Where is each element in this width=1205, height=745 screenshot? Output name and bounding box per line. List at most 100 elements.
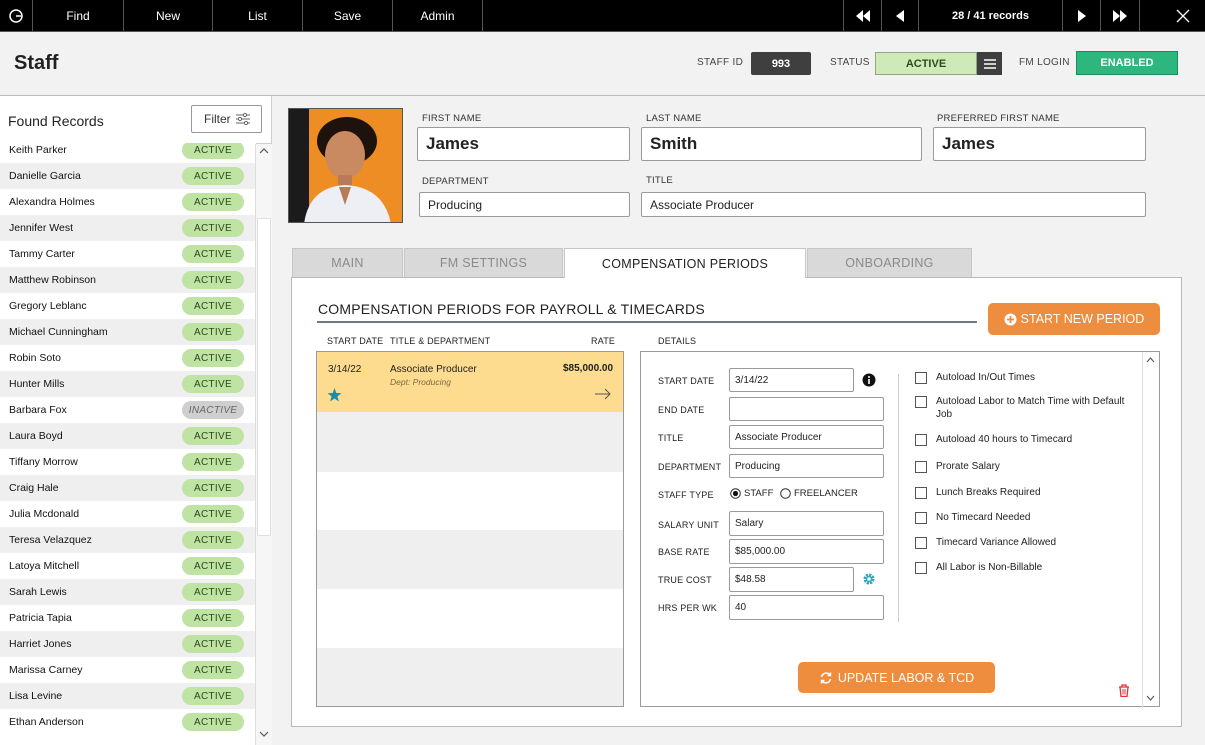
option-label: Autoload In/Out Times [936,372,1035,383]
start-date-field[interactable]: 3/14/22 [729,368,854,392]
tab-fm-settings[interactable]: FM SETTINGS [404,248,563,278]
status-badge: ACTIVE [182,323,244,341]
last-record-icon[interactable] [1101,0,1140,32]
preferred-name-field[interactable]: James [933,127,1146,161]
record-row[interactable]: Barbara Fox INACTIVE [0,397,256,423]
prev-record-icon[interactable] [882,0,919,32]
status-badge: INACTIVE [182,401,244,419]
detail-title-field[interactable]: Associate Producer [729,425,884,449]
period-row-selected[interactable]: 3/14/22 Associate Producer Dept: Produci… [317,352,623,412]
record-row[interactable]: Ethan Anderson ACTIVE [0,709,256,735]
arrow-right-icon[interactable] [595,388,611,400]
col-rate: RATE [591,336,616,346]
end-date-field[interactable] [729,397,884,421]
detail-department-field[interactable]: Producing [729,454,884,478]
fm-login-value[interactable]: ENABLED [1076,51,1178,75]
record-row[interactable]: Teresa Velazquez ACTIVE [0,527,256,553]
filter-button[interactable]: Filter [191,105,262,133]
staff-radio[interactable]: STAFF [730,488,773,499]
record-row[interactable]: Danielle Garcia ACTIVE [0,163,256,189]
comp-heading: COMPENSATION PERIODS FOR PAYROLL & TIMEC… [318,301,705,317]
scrollbar[interactable] [255,144,272,745]
hrs-per-wk-field[interactable]: 40 [729,595,884,620]
update-labor-button[interactable]: UPDATE LABOR & TCD [798,662,995,693]
tab-compensation-periods[interactable]: COMPENSATION PERIODS [564,248,806,278]
record-row[interactable]: Alexandra Holmes ACTIVE [0,189,256,215]
record-row[interactable]: Latoya Mitchell ACTIVE [0,553,256,579]
record-row[interactable]: Lisa Levine ACTIVE [0,683,256,709]
record-row[interactable]: Hunter Mills ACTIVE [0,371,256,397]
status-menu-icon[interactable] [977,52,1002,75]
status-badge: ACTIVE [182,531,244,549]
record-row[interactable]: Robin Soto ACTIVE [0,345,256,371]
freelancer-radio[interactable]: FREELANCER [780,488,858,499]
list-button[interactable]: List [213,0,303,32]
record-name: Patricia Tapia [9,612,72,624]
record-row[interactable]: Laura Boyd ACTIVE [0,423,256,449]
record-row[interactable]: Sarah Lewis ACTIVE [0,579,256,605]
record-name: Matthew Robinson [9,274,96,286]
period-title: Associate Producer [390,364,477,375]
tab-onboarding[interactable]: ONBOARDING [807,248,972,278]
scroll-thumb[interactable] [257,218,271,536]
record-row[interactable]: Keith Parker ACTIVE [0,143,256,163]
true-cost-label: TRUE COST [658,575,712,585]
save-button[interactable]: Save [303,0,393,32]
record-row[interactable]: Jennifer West ACTIVE [0,215,256,241]
new-button[interactable]: New [124,0,213,32]
record-name: Gregory Leblanc [9,300,87,312]
record-row[interactable]: Michael Cunningham ACTIVE [0,319,256,345]
checkbox[interactable] [915,396,927,408]
first-record-icon[interactable] [843,0,882,32]
option-label: No Timecard Needed [936,512,1031,523]
gear-icon[interactable] [862,572,876,586]
checkbox[interactable] [915,372,927,384]
record-row[interactable]: Patricia Tapia ACTIVE [0,605,256,631]
salary-unit-label: SALARY UNIT [658,520,719,530]
status-value[interactable]: ACTIVE [875,52,977,75]
next-record-icon[interactable] [1063,0,1101,32]
record-row[interactable]: Harriet Jones ACTIVE [0,631,256,657]
radio-empty-icon [780,488,791,499]
start-new-period-button[interactable]: START NEW PERIOD [988,303,1160,335]
scroll-up-icon[interactable] [1146,357,1155,363]
trash-icon[interactable] [1118,684,1130,697]
close-icon[interactable] [1160,0,1205,32]
star-icon[interactable] [327,388,342,402]
last-name-field[interactable]: Smith [641,127,922,161]
scroll-down-icon[interactable] [1146,695,1155,701]
record-row[interactable]: Craig Hale ACTIVE [0,475,256,501]
status-badge: ACTIVE [182,635,244,653]
admin-button[interactable]: Admin [393,0,483,32]
record-name: Robin Soto [9,352,61,364]
true-cost-field[interactable]: $48.58 [729,567,854,592]
checkbox[interactable] [915,487,927,499]
tab-main[interactable]: MAIN [292,248,403,278]
info-icon[interactable] [862,373,876,387]
first-name-field[interactable]: James [417,127,630,161]
base-rate-field[interactable]: $85,000.00 [729,539,884,564]
checkbox[interactable] [915,434,927,446]
checkbox[interactable] [915,461,927,473]
find-button[interactable]: Find [33,0,124,32]
staff-photo[interactable] [288,108,403,223]
found-records-sidebar: Found Records Filter Keith Parker ACTIVE D… [0,96,272,745]
checkbox[interactable] [915,512,927,524]
record-row[interactable]: Marissa Carney ACTIVE [0,657,256,683]
salary-unit-field[interactable]: Salary [729,511,884,536]
checkbox[interactable] [915,562,927,574]
record-row[interactable]: Tiffany Morrow ACTIVE [0,449,256,475]
record-row[interactable]: Tammy Carter ACTIVE [0,241,256,267]
record-row[interactable]: Gregory Leblanc ACTIVE [0,293,256,319]
app-logo-icon[interactable] [0,0,33,32]
record-name: Jennifer West [9,222,73,234]
department-field[interactable]: Producing [419,192,630,217]
record-name: Keith Parker [9,144,67,156]
checkbox[interactable] [915,537,927,549]
scroll-down-icon[interactable] [259,731,269,737]
record-row[interactable]: Julia Mcdonald ACTIVE [0,501,256,527]
heading-underline [317,321,977,323]
scroll-up-icon[interactable] [259,148,269,154]
title-field[interactable]: Associate Producer [641,192,1146,217]
record-row[interactable]: Matthew Robinson ACTIVE [0,267,256,293]
